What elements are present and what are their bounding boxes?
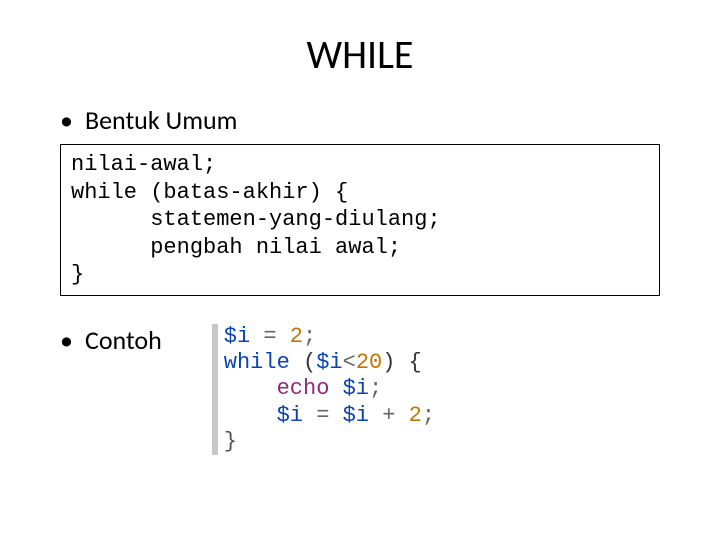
bullet-dot-icon: • bbox=[60, 327, 73, 353]
token-operator: = bbox=[250, 324, 290, 349]
syntax-line: nilai-awal; bbox=[71, 152, 216, 177]
token-indent bbox=[224, 376, 277, 401]
token-variable: $i bbox=[224, 324, 250, 349]
token-variable: $i bbox=[343, 403, 369, 428]
bullet-contoh: • Contoh bbox=[50, 324, 162, 356]
editor-gutter bbox=[212, 324, 218, 456]
token-number: 2 bbox=[409, 403, 422, 428]
token-number: 20 bbox=[356, 350, 382, 375]
token-operator: < bbox=[343, 350, 356, 375]
syntax-box: nilai-awal; while (batas-akhir) { statem… bbox=[60, 144, 660, 296]
php-code: $i = 2; while ($i<20) { echo $i; $i = $i… bbox=[224, 324, 435, 456]
token-operator: = bbox=[303, 403, 343, 428]
syntax-line: statemen-yang-diulang; bbox=[71, 207, 441, 232]
token-semicolon: ; bbox=[303, 324, 316, 349]
syntax-line: pengbah nilai awal; bbox=[71, 235, 401, 260]
bullet-dot-icon: • bbox=[60, 107, 73, 133]
bullet-text: Contoh bbox=[85, 324, 162, 356]
syntax-line: while (batas-akhir) { bbox=[71, 180, 348, 205]
bullet-bentuk-umum: • Bentuk Umum bbox=[50, 104, 670, 136]
php-example: $i = 2; while ($i<20) { echo $i; $i = $i… bbox=[212, 324, 435, 456]
token-variable: $i bbox=[277, 403, 303, 428]
page-title: WHILE bbox=[50, 30, 670, 79]
token-brace: { bbox=[395, 350, 421, 375]
token-operator: + bbox=[369, 403, 409, 428]
token-variable: $i bbox=[316, 350, 342, 375]
token-echo: echo bbox=[277, 376, 330, 401]
bullet-text: Bentuk Umum bbox=[85, 104, 237, 136]
token-space bbox=[290, 350, 303, 375]
token-paren: ( bbox=[303, 350, 316, 375]
token-variable: $i bbox=[343, 376, 369, 401]
slide: WHILE • Bentuk Umum nilai-awal; while (b… bbox=[0, 0, 720, 475]
token-number: 2 bbox=[290, 324, 303, 349]
token-space bbox=[329, 376, 342, 401]
token-semicolon: ; bbox=[422, 403, 435, 428]
token-brace: } bbox=[224, 429, 237, 454]
syntax-line: } bbox=[71, 262, 84, 287]
token-keyword: while bbox=[224, 350, 290, 375]
token-semicolon: ; bbox=[369, 376, 382, 401]
contoh-row: • Contoh $i = 2; while ($i<20) { echo $i… bbox=[50, 324, 670, 456]
token-indent bbox=[224, 403, 277, 428]
token-paren: ) bbox=[382, 350, 395, 375]
